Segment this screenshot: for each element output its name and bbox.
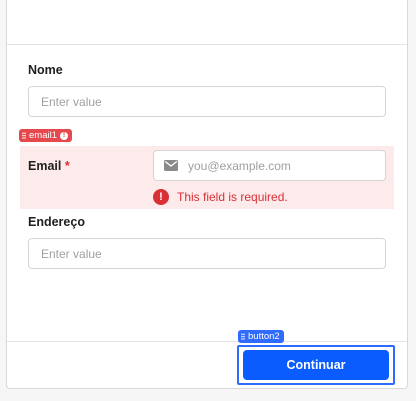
alert-icon: ! xyxy=(60,131,68,140)
endereco-placeholder: Enter value xyxy=(41,246,102,261)
header-divider xyxy=(7,44,407,45)
button-component-tag[interactable]: button2 xyxy=(238,330,284,343)
required-marker: * xyxy=(64,159,70,173)
nome-label: Nome xyxy=(28,63,63,77)
mail-icon xyxy=(162,157,180,175)
endereco-label: Endereço xyxy=(28,215,85,229)
email-error-message: ! This field is required. xyxy=(153,189,288,205)
email-component-tag[interactable]: email1 ! xyxy=(19,129,72,142)
nome-placeholder: Enter value xyxy=(41,94,102,109)
continuar-button[interactable]: Continuar xyxy=(243,350,389,380)
email-component-tag-label: email1 xyxy=(29,130,57,141)
error-icon: ! xyxy=(153,189,169,205)
button-component-tag-label: button2 xyxy=(248,331,280,342)
email-input[interactable]: you@example.com xyxy=(153,150,386,181)
footer-divider xyxy=(7,341,407,342)
nome-input[interactable]: Enter value xyxy=(28,86,386,117)
form-card: Nome Enter value email1 ! Email * you@ex… xyxy=(6,0,408,389)
drag-handle-icon[interactable] xyxy=(22,132,26,139)
drag-handle-icon[interactable] xyxy=(241,333,245,340)
endereco-input[interactable]: Enter value xyxy=(28,238,386,269)
email-error-text: This field is required. xyxy=(177,190,288,204)
email-label-text: Email xyxy=(28,159,62,173)
email-placeholder: you@example.com xyxy=(188,158,291,173)
email-label: Email * xyxy=(28,159,70,173)
